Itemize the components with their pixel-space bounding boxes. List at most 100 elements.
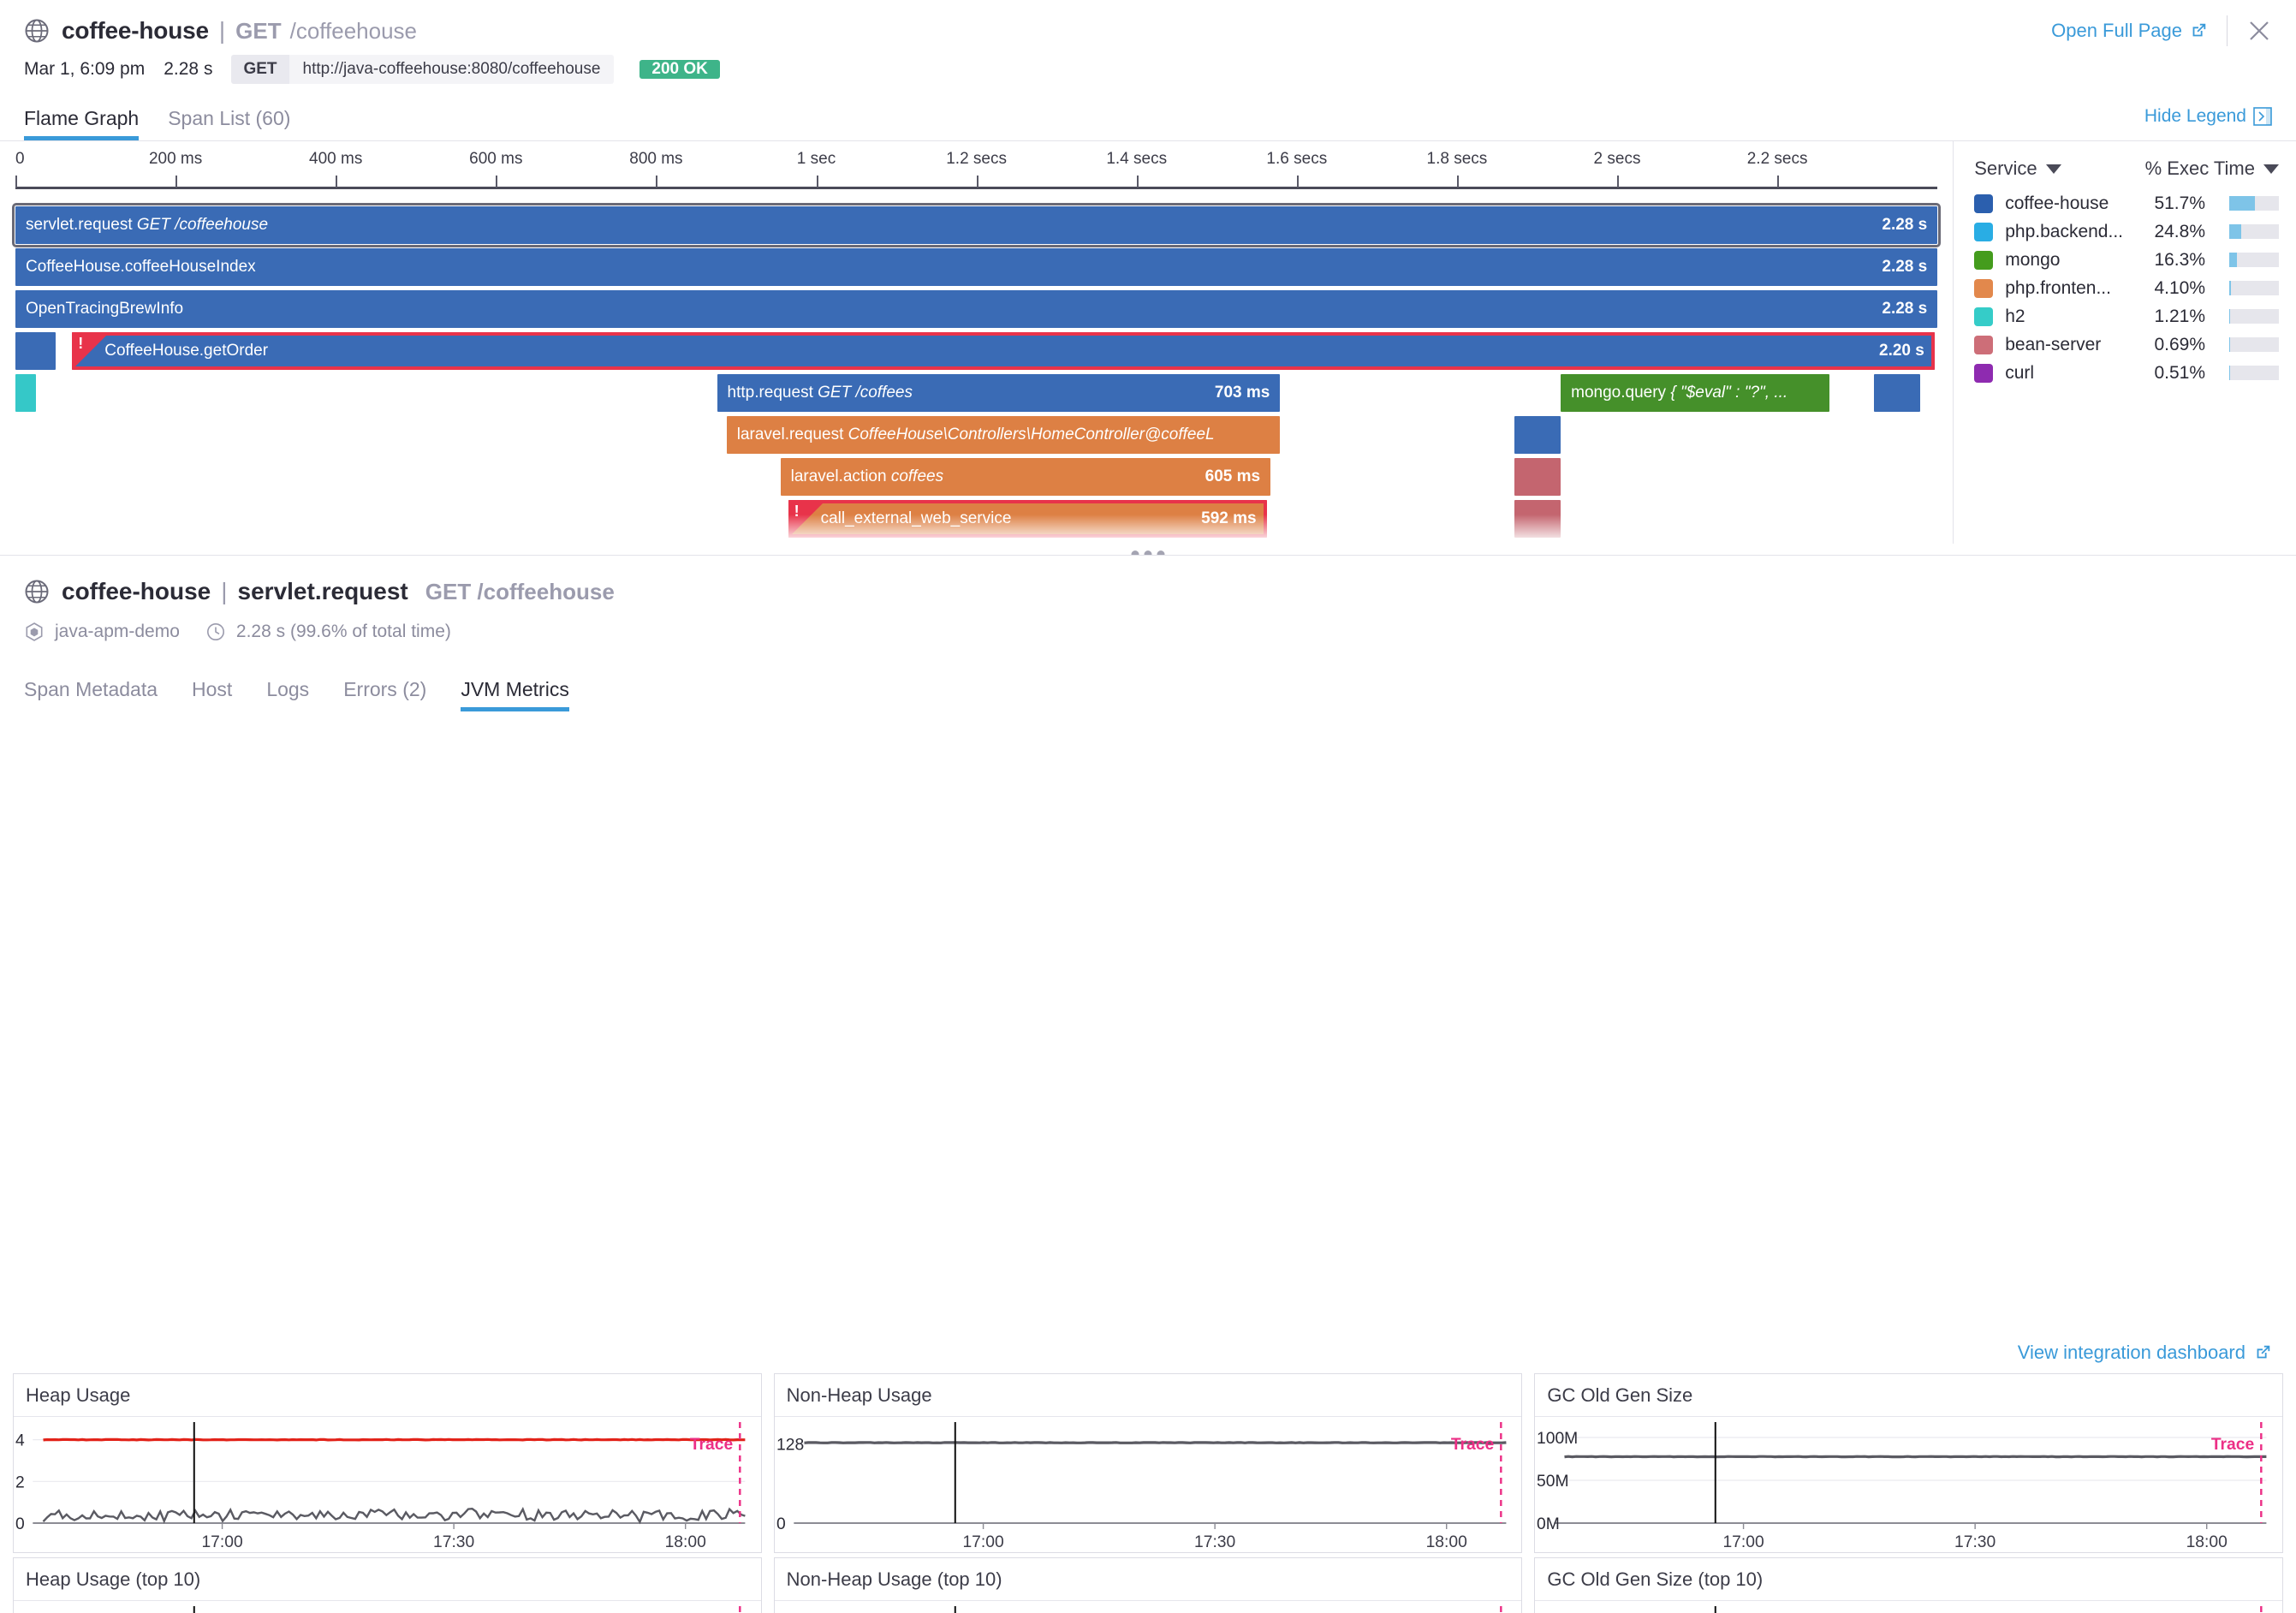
- header-actions: Open Full Page: [2051, 12, 2272, 50]
- axis-tick-label: 1.4 secs: [1106, 150, 1168, 168]
- chart-y-tick-label: 2: [15, 1473, 25, 1491]
- sort-exec-caret-icon[interactable]: [2263, 164, 2279, 174]
- flame-span[interactable]: [15, 332, 57, 370]
- tab-jvm-metrics[interactable]: JVM Metrics: [461, 678, 569, 711]
- axis-tick-label: 400 ms: [309, 150, 363, 168]
- flame-span[interactable]: [1874, 374, 1920, 412]
- flame-graph-canvas[interactable]: 0 200 ms 400 ms 600 ms 800 ms 1 sec 1.2 secs 1.…: [0, 141, 1954, 544]
- chart-y-tick-label: 0: [776, 1515, 786, 1533]
- legend-percent-bar: [2229, 366, 2279, 380]
- environment-hexagon-icon: [26, 622, 43, 641]
- tab-host[interactable]: Host: [192, 678, 232, 711]
- trace-duration: 2.28 s: [164, 59, 213, 79]
- legend-percent-bar-fill: [2229, 196, 2255, 211]
- detail-resource: GET /coffeehouse: [425, 578, 615, 604]
- flame-span[interactable]: ! call_external_web_service 592 ms: [788, 500, 1267, 538]
- flame-span[interactable]: laravel.action coffees 605 ms: [780, 458, 1271, 496]
- chart-plot-area[interactable]: 02417:0017:3018:00Trace: [14, 1601, 761, 1613]
- legend-service-name: mongo: [2005, 249, 2061, 270]
- flame-span[interactable]: [15, 374, 36, 412]
- metric-chart-card[interactable]: GC Old Gen Size (top 10)0M50M100M17:0017…: [1534, 1557, 2283, 1613]
- metric-chart-card[interactable]: Non-Heap Usage 0 128 17:00 17:30 18:00 Trace: [773, 1373, 1523, 1553]
- chart-x-tick-label: 17:00: [1723, 1533, 1764, 1551]
- chart-title: Heap Usage (top 10): [14, 1558, 761, 1601]
- chart-x-tick-label: 17:30: [433, 1533, 474, 1551]
- legend-row[interactable]: bean-server 0.69%: [1954, 330, 2296, 359]
- flame-span-duration: 2.28 s: [1882, 216, 1928, 234]
- external-link-icon: [2192, 23, 2206, 37]
- hide-legend-button[interactable]: Hide Legend: [2144, 106, 2272, 127]
- chart-y-tick-label: 4: [15, 1432, 25, 1450]
- flame-row: laravel.action coffees 605 ms: [15, 456, 1937, 498]
- legend-color-swatch: [1974, 250, 1994, 270]
- legend-color-swatch: [1974, 278, 1994, 298]
- legend-exec-percent: 4.10%: [2154, 277, 2205, 298]
- tab-flame-graph[interactable]: Flame Graph: [24, 107, 140, 140]
- title-separator: |: [218, 17, 226, 44]
- flame-span[interactable]: [1514, 458, 1561, 496]
- flame-span-duration: 2.20 s: [1879, 342, 1924, 360]
- legend-row[interactable]: h2 1.21%: [1954, 302, 2296, 330]
- tab-span-list[interactable]: Span List (60): [168, 107, 290, 140]
- metric-chart-card[interactable]: Non-Heap Usage (top 10)012817:0017:3018:…: [773, 1557, 1523, 1613]
- close-icon[interactable]: [2246, 18, 2272, 44]
- chart-plot-area[interactable]: 012817:0017:3018:00Trace: [775, 1601, 1522, 1613]
- legend-row[interactable]: coffee-house 51.7%: [1954, 189, 2296, 217]
- legend-row[interactable]: php.fronten... 4.10%: [1954, 274, 2296, 302]
- flame-span[interactable]: [1514, 416, 1561, 454]
- header-divider: [2227, 15, 2228, 46]
- flame-span[interactable]: laravel.request CoffeeHouse\Controllers\…: [726, 416, 1281, 454]
- legend-col-exec-time: % Exec Time: [2144, 158, 2255, 179]
- legend-color-swatch: [1974, 193, 1994, 213]
- view-integration-dashboard-link[interactable]: View integration dashboard: [2018, 1342, 2272, 1364]
- tab-span-metadata[interactable]: Span Metadata: [24, 678, 158, 711]
- legend-rows: coffee-house 51.7% php.backend... 24.8% mong…: [1954, 189, 2296, 387]
- sort-service-caret-icon[interactable]: [2045, 164, 2061, 174]
- axis-tick-mark: [15, 176, 17, 187]
- chart-plot-area[interactable]: 02417:0017:3018:00Trace: [14, 1417, 761, 1552]
- axis-tick-mark: [656, 176, 658, 187]
- chart-plot-area[interactable]: 0M 50M 100M 17:00 17:30 18:00 Trace: [1535, 1417, 2282, 1552]
- axis-tick-label: 1.8 secs: [1426, 150, 1488, 168]
- metric-chart-card[interactable]: GC Old Gen Size 0M 50M 100M 17:00 17:30 18:00 T…: [1534, 1373, 2283, 1553]
- hide-legend-label: Hide Legend: [2144, 106, 2246, 126]
- chart-plot-area[interactable]: 0M50M100M17:0017:3018:00Trace77.61Mrunti…: [1535, 1601, 2282, 1613]
- chart-title: Non-Heap Usage: [774, 1374, 1522, 1417]
- legend-percent-bar: [2229, 281, 2279, 295]
- axis-tick-mark: [1296, 176, 1299, 187]
- flame-span[interactable]: http.request GET /coffees 703 ms: [717, 374, 1281, 412]
- flame-span[interactable]: CoffeeHouse.coffeeHouseIndex 2.28 s: [15, 248, 1938, 286]
- axis-tick-label: 2.2 secs: [1746, 150, 1808, 168]
- tab-logs[interactable]: Logs: [266, 678, 309, 711]
- flame-span[interactable]: servlet.request GET /coffeehouse 2.28 s: [11, 203, 1942, 247]
- chart-series-line: [43, 1437, 746, 1442]
- metric-chart-card[interactable]: Heap Usage (top 10)02417:0017:3018:00Tra…: [13, 1557, 762, 1613]
- flame-span[interactable]: [1514, 500, 1561, 538]
- chart-x-tick-label: 18:00: [1425, 1533, 1466, 1551]
- flame-row: ! call_external_web_service 592 ms: [15, 498, 1937, 540]
- legend-row[interactable]: mongo 16.3%: [1954, 246, 2296, 274]
- span-detail-header: coffee-house | servlet.request GET /coff…: [0, 556, 2296, 711]
- legend-percent-bar: [2229, 196, 2279, 211]
- flame-span[interactable]: ! CoffeeHouse.getOrder 2.20 s: [72, 332, 1935, 370]
- trace-resource: /coffeehouse: [289, 17, 418, 44]
- detail-environment: java-apm-demo: [55, 622, 180, 641]
- chart-plot-area[interactable]: 012817:0017:3018:00Trace: [775, 1417, 1522, 1552]
- chart-x-tick-label: 18:00: [665, 1533, 706, 1551]
- trace-service-name: coffee-house: [62, 17, 209, 44]
- request-url-pill[interactable]: GET http://java-coffeehouse:8080/coffeeh…: [231, 55, 615, 84]
- http-method-badge: GET: [231, 55, 289, 84]
- flame-span[interactable]: mongo.query { "$eval" : "?", ...: [1561, 374, 1830, 412]
- trace-panel: coffee-house | GET /coffeehouse Open Ful…: [0, 0, 2296, 578]
- flame-span[interactable]: OpenTracingBrewInfo 2.28 s: [15, 290, 1938, 328]
- legend-row[interactable]: curl 0.51%: [1954, 359, 2296, 387]
- legend-percent-bar-fill: [2229, 366, 2230, 380]
- axis-tick-mark: [175, 176, 178, 187]
- metric-chart-card[interactable]: Heap Usage 0 2 4 17:00 17:30 18:00 Trace: [13, 1373, 762, 1553]
- tab-errors[interactable]: Errors (2): [343, 678, 426, 711]
- open-full-page-link[interactable]: Open Full Page: [2051, 20, 2208, 42]
- legend-row[interactable]: php.backend... 24.8%: [1954, 217, 2296, 246]
- chart-x-tick-label: 17:30: [1194, 1533, 1235, 1551]
- flame-graph-area: 0 200 ms 400 ms 600 ms 800 ms 1 sec 1.2 secs 1.…: [0, 141, 2296, 544]
- axis-tick-label: 1.2 secs: [946, 150, 1007, 168]
